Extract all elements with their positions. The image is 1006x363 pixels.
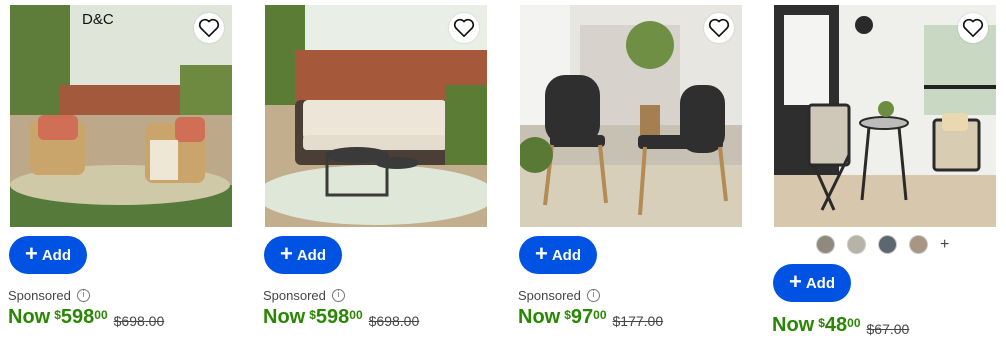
price-row: Now $ 48 00 $67.00 bbox=[772, 314, 909, 337]
was-price: $698.00 bbox=[113, 313, 165, 329]
price-row: Now $ 598 00 $698.00 bbox=[8, 306, 164, 329]
price-row: Now $ 598 00 $698.00 bbox=[263, 306, 419, 329]
product-card[interactable]: + + Add Now $ 48 00 $67.00 bbox=[772, 0, 1000, 363]
price-dollars: 48 bbox=[824, 314, 848, 336]
price-cents: 00 bbox=[593, 308, 607, 322]
price-dollars: 598 bbox=[315, 306, 350, 328]
add-to-cart-button[interactable]: + Add bbox=[519, 236, 597, 274]
sponsored-label-row: Sponsored i bbox=[518, 288, 600, 303]
product-image[interactable] bbox=[265, 5, 487, 227]
plus-icon: + bbox=[534, 241, 548, 266]
price-cents: 00 bbox=[847, 316, 861, 330]
product-image[interactable] bbox=[774, 5, 996, 227]
add-button-label: Add bbox=[805, 274, 836, 292]
sponsored-label: Sponsored bbox=[8, 288, 71, 303]
sponsored-label: Sponsored bbox=[518, 288, 581, 303]
add-button-label: Add bbox=[551, 246, 582, 264]
sponsored-label-row: Sponsored i bbox=[263, 288, 345, 303]
heart-outline-icon bbox=[962, 18, 984, 37]
heart-outline-icon bbox=[453, 18, 475, 37]
price-row: Now $ 97 00 $177.00 bbox=[518, 306, 663, 329]
price-prefix: Now bbox=[772, 314, 815, 336]
product-card[interactable]: D&C + Add Sponsored i Now $ 598 00 $698.… bbox=[8, 0, 236, 363]
info-icon[interactable]: i bbox=[586, 289, 600, 302]
product-card[interactable]: + Add Sponsored i Now $ 97 00 $177.00 bbox=[518, 0, 746, 363]
price-dollars: 97 bbox=[570, 306, 594, 328]
color-swatch[interactable] bbox=[816, 235, 835, 254]
more-options-plus[interactable]: + bbox=[940, 236, 949, 254]
product-image[interactable]: D&C bbox=[10, 5, 232, 227]
price-currency: $ bbox=[54, 308, 61, 322]
product-image[interactable] bbox=[520, 5, 742, 227]
price-cents: 00 bbox=[94, 308, 108, 322]
price-currency: $ bbox=[564, 308, 571, 322]
product-card[interactable]: + Add Sponsored i Now $ 598 00 $698.00 bbox=[263, 0, 491, 363]
brand-logo-text: D&C bbox=[82, 11, 114, 28]
sponsored-label: Sponsored bbox=[263, 288, 326, 303]
was-price: $67.00 bbox=[866, 321, 910, 337]
color-swatch[interactable] bbox=[909, 235, 928, 254]
favorite-button[interactable] bbox=[449, 13, 479, 43]
color-swatch[interactable] bbox=[847, 235, 866, 254]
was-price: $698.00 bbox=[368, 313, 420, 329]
price-currency: $ bbox=[818, 316, 825, 330]
heart-outline-icon bbox=[198, 18, 220, 37]
info-icon[interactable]: i bbox=[76, 289, 90, 302]
plus-icon: + bbox=[788, 269, 802, 294]
favorite-button[interactable] bbox=[704, 13, 734, 43]
favorite-button[interactable] bbox=[958, 13, 988, 43]
price-prefix: Now bbox=[8, 306, 51, 328]
add-button-label: Add bbox=[41, 246, 72, 264]
price-currency: $ bbox=[309, 308, 316, 322]
heart-outline-icon bbox=[708, 18, 730, 37]
price-cents: 00 bbox=[349, 308, 363, 322]
plus-icon: + bbox=[24, 241, 38, 266]
add-to-cart-button[interactable]: + Add bbox=[773, 264, 851, 302]
info-icon[interactable]: i bbox=[331, 289, 345, 302]
add-to-cart-button[interactable]: + Add bbox=[264, 236, 342, 274]
price-prefix: Now bbox=[518, 306, 561, 328]
add-to-cart-button[interactable]: + Add bbox=[9, 236, 87, 274]
sponsored-label-row: Sponsored i bbox=[8, 288, 90, 303]
price-dollars: 598 bbox=[60, 306, 95, 328]
favorite-button[interactable] bbox=[194, 13, 224, 43]
color-swatches: + bbox=[816, 235, 949, 254]
price-prefix: Now bbox=[263, 306, 306, 328]
plus-icon: + bbox=[279, 241, 293, 266]
add-button-label: Add bbox=[296, 246, 327, 264]
was-price: $177.00 bbox=[612, 313, 664, 329]
color-swatch[interactable] bbox=[878, 235, 897, 254]
